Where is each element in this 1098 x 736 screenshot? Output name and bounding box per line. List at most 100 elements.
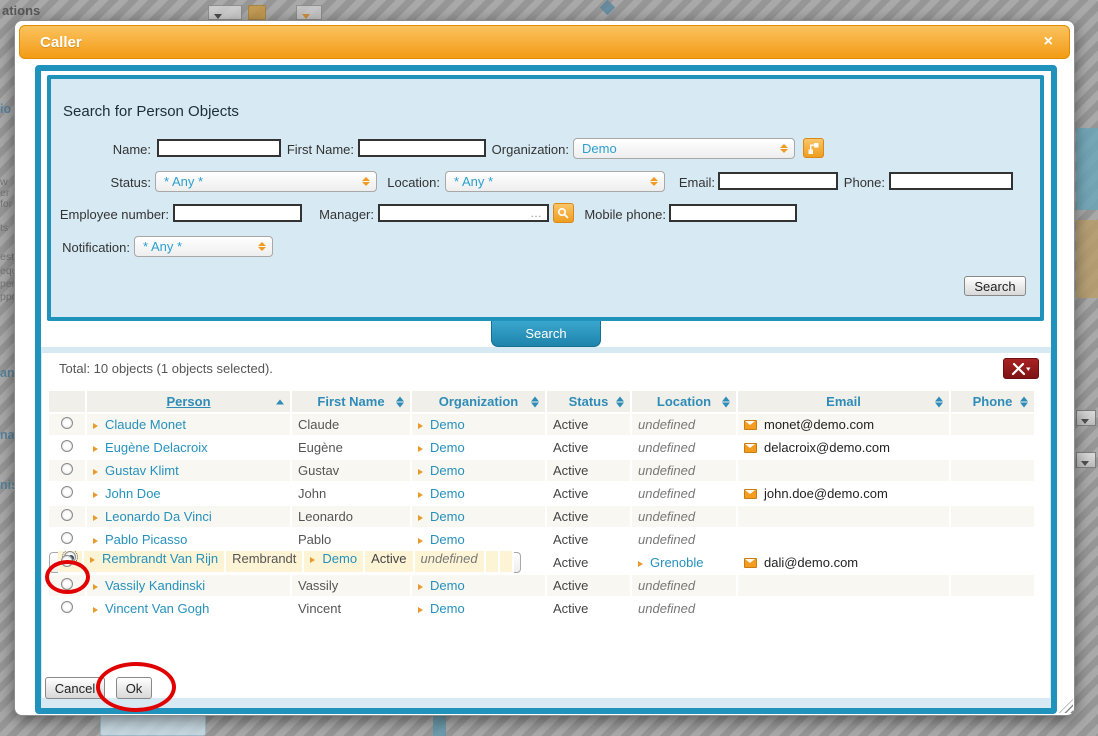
person-link[interactable]: Eugène Delacroix	[105, 440, 208, 455]
column-header-organization[interactable]: Organization	[412, 391, 547, 414]
select-arrows-icon	[780, 144, 788, 153]
link-arrow-icon	[418, 538, 423, 544]
row-radio[interactable]	[61, 486, 73, 498]
total-count-text: Total: 10 objects (1 objects selected).	[59, 361, 273, 376]
person-link[interactable]: John Doe	[105, 486, 161, 501]
person-link[interactable]: Vincent Van Gogh	[105, 601, 209, 616]
status-select[interactable]: * Any *	[155, 171, 377, 192]
location-label: Location:	[368, 175, 440, 190]
table-row-selected: Rembrandt Van Rijn Rembrandt Demo Active…	[49, 552, 521, 573]
caller-dialog: Caller × Search for Person Objects Name:…	[14, 20, 1075, 716]
sort-icon	[935, 396, 943, 407]
bg-diamond-shape	[600, 0, 616, 15]
bg-sidebar-fragment: io	[0, 102, 14, 116]
annotation-circle-radio	[45, 560, 90, 594]
column-header-status[interactable]: Status	[547, 391, 632, 414]
link-arrow-icon	[418, 423, 423, 429]
sort-icon	[396, 396, 404, 407]
bg-sidebar-fragment: nis	[0, 478, 14, 492]
radio-column-header	[49, 391, 87, 414]
person-link[interactable]: Claude Monet	[105, 417, 186, 432]
search-heading: Search for Person Objects	[63, 103, 239, 120]
resize-handle[interactable]	[1059, 699, 1073, 713]
organization-value: Demo	[582, 141, 617, 156]
manager-label: Manager:	[319, 207, 374, 222]
location-select[interactable]: * Any *	[445, 171, 665, 192]
annotation-circle-ok	[96, 662, 176, 712]
person-link[interactable]: Pablo Picasso	[105, 532, 187, 547]
results-table: Person First Name Organization Status Lo…	[49, 391, 1036, 621]
table-header-row: Person First Name Organization Status Lo…	[49, 391, 1036, 414]
bg-dropdown-stub	[1076, 452, 1096, 468]
table-row: Vassily Kandinski Vassily Demo Active un…	[49, 575, 1036, 598]
bg-grey-button-stub	[296, 5, 322, 20]
person-link[interactable]: Leonardo Da Vinci	[105, 509, 212, 524]
phone-input[interactable]	[889, 172, 1013, 190]
manager-input[interactable]: …	[378, 204, 549, 222]
location-link[interactable]: Grenoble	[650, 555, 703, 570]
actions-menu-button[interactable]	[1003, 358, 1039, 379]
search-tab-button[interactable]: Search	[491, 321, 601, 347]
email-icon	[744, 420, 757, 430]
organization-link[interactable]: Demo	[430, 509, 465, 524]
bg-select-stub	[208, 5, 242, 20]
tools-icon	[1010, 362, 1032, 376]
bg-sidebar-fragment: pen	[0, 278, 14, 290]
table-row: John Doe John Demo Active undefined john…	[49, 483, 1036, 506]
search-button[interactable]: Search	[964, 276, 1026, 296]
link-arrow-icon	[418, 469, 423, 475]
hierarchy-icon	[807, 142, 820, 155]
organization-link[interactable]: Demo	[430, 601, 465, 616]
close-icon[interactable]: ×	[1044, 34, 1053, 50]
row-radio[interactable]	[61, 463, 73, 475]
phone-label: Phone:	[813, 175, 885, 190]
bg-sidebar-fragment: ests	[0, 251, 14, 263]
employee-number-input[interactable]	[173, 204, 302, 222]
mobile-phone-input[interactable]	[669, 204, 797, 222]
organization-link[interactable]: Demo	[430, 486, 465, 501]
organization-hierarchy-button[interactable]	[803, 138, 824, 158]
link-arrow-icon	[93, 538, 98, 544]
chevron-down-icon	[1081, 419, 1089, 424]
chevron-down-icon	[1081, 461, 1089, 466]
email-icon	[744, 489, 757, 499]
link-arrow-icon	[418, 584, 423, 590]
organization-link[interactable]: Demo	[322, 551, 357, 566]
row-radio[interactable]	[61, 532, 73, 544]
chevron-down-icon	[302, 14, 310, 19]
organization-link[interactable]: Demo	[430, 417, 465, 432]
link-arrow-icon	[93, 584, 98, 590]
person-link[interactable]: Gustav Klimt	[105, 463, 179, 478]
notification-select[interactable]: * Any *	[134, 236, 273, 257]
bg-sidebar-fragment: for	[0, 198, 14, 210]
bg-orange-button-stub	[248, 5, 266, 20]
organization-link[interactable]: Demo	[430, 532, 465, 547]
row-radio[interactable]	[61, 601, 73, 613]
organization-select[interactable]: Demo	[573, 138, 795, 159]
organization-link[interactable]: Demo	[430, 463, 465, 478]
column-header-location[interactable]: Location	[632, 391, 738, 414]
link-arrow-icon	[418, 446, 423, 452]
column-header-phone[interactable]: Phone	[951, 391, 1036, 414]
table-row: Leonardo Da Vinci Leonardo Demo Active u…	[49, 506, 1036, 529]
sort-icon	[722, 396, 730, 407]
person-link[interactable]: Vassily Kandinski	[105, 578, 205, 593]
organization-label: Organization:	[469, 142, 569, 157]
organization-link[interactable]: Demo	[430, 578, 465, 593]
column-header-first-name[interactable]: First Name	[292, 391, 412, 414]
column-header-email[interactable]: Email	[738, 391, 951, 414]
row-radio[interactable]	[61, 417, 73, 429]
link-arrow-icon	[638, 561, 643, 567]
row-radio[interactable]	[61, 440, 73, 452]
column-header-person[interactable]: Person	[87, 391, 292, 414]
sort-icon	[531, 396, 539, 407]
table-row: Gustav Klimt Gustav Demo Active undefine…	[49, 460, 1036, 483]
sort-icon	[1020, 396, 1028, 407]
organization-link[interactable]: Demo	[430, 440, 465, 455]
row-radio[interactable]	[61, 509, 73, 521]
first-name-input[interactable]	[358, 139, 486, 157]
dialog-titlebar[interactable]: Caller ×	[19, 25, 1070, 59]
person-link[interactable]: Rembrandt Van Rijn	[102, 551, 218, 566]
content-frame: Search for Person Objects Name: First Na…	[35, 65, 1057, 714]
employee-number-label: Employee number:	[59, 207, 169, 222]
